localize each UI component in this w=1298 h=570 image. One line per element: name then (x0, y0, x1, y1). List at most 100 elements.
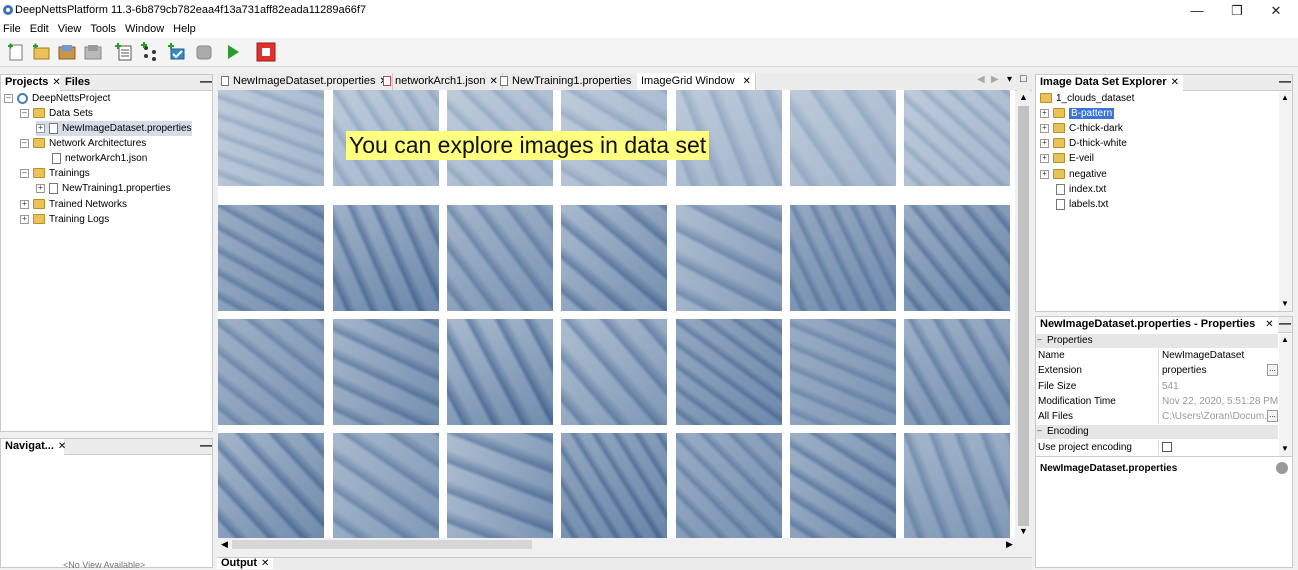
run-icon[interactable] (222, 41, 244, 63)
stop-icon[interactable] (255, 41, 277, 63)
cloud-image-thumbnail[interactable] (904, 90, 1010, 186)
expand-icon[interactable]: + (1040, 169, 1049, 179)
allfiles-edit-button[interactable]: ... (1267, 410, 1278, 422)
maximize-icon[interactable]: ❐ (1217, 1, 1257, 20)
use-project-encoding-checkbox[interactable] (1162, 442, 1172, 452)
tab-properties[interactable]: NewImageDataset.properties - Properties ✕ (1036, 317, 1278, 333)
explorer-scrollbar[interactable]: ▲ ▼ (1279, 92, 1292, 311)
open-project-icon[interactable] (56, 41, 78, 63)
tab-output[interactable]: Output ✕ (217, 558, 274, 569)
tree-network-file[interactable]: networkArch1.json (52, 151, 147, 166)
explorer-file-index[interactable]: index.txt (1056, 182, 1106, 197)
tree-root[interactable]: – DeepNettsProject (4, 91, 110, 106)
minimize-icon[interactable]: — (1177, 1, 1217, 20)
cloud-image-thumbnail[interactable] (790, 433, 896, 538)
scroll-left-icon[interactable]: ◀ (221, 539, 228, 550)
expand-icon[interactable]: + (36, 123, 45, 133)
tree-network-architectures[interactable]: – Network Architectures (20, 136, 146, 151)
help-icon[interactable] (1276, 462, 1288, 474)
cloud-image-thumbnail[interactable] (447, 433, 553, 538)
close-tab-icon[interactable]: ✕ (1265, 319, 1273, 330)
scroll-up-icon[interactable]: ▲ (1281, 93, 1289, 102)
tab-network-json[interactable]: networkArch1.json ✕ (379, 73, 503, 90)
close-tab-icon[interactable]: ✕ (1171, 77, 1179, 88)
expand-icon[interactable]: + (1040, 138, 1049, 148)
close-tab-icon[interactable]: ✕ (58, 441, 66, 452)
expand-icon[interactable]: + (20, 214, 29, 224)
cloud-image-thumbnail[interactable] (904, 319, 1010, 425)
prop-extension-value[interactable]: properties (1158, 363, 1278, 378)
expand-icon[interactable]: + (1040, 123, 1049, 133)
minimize-panel-icon[interactable]: — (1279, 317, 1291, 330)
close-tab-icon[interactable]: ✕ (52, 77, 60, 88)
cloud-image-thumbnail[interactable] (333, 319, 439, 425)
close-tab-icon[interactable]: ✕ (743, 76, 751, 87)
tab-list-icon[interactable]: ▾ (1007, 74, 1012, 85)
menu-window[interactable]: Window (122, 21, 170, 37)
close-tab-icon[interactable]: ✕ (261, 558, 269, 569)
prop-name-value[interactable]: NewImageDataset (1158, 348, 1278, 363)
new-training-icon[interactable] (166, 41, 188, 63)
menu-file[interactable]: File (0, 21, 27, 37)
cloud-image-thumbnail[interactable] (790, 205, 896, 311)
tab-navigator[interactable]: Navigat... ✕ (1, 439, 66, 455)
new-dataset-icon[interactable] (113, 41, 135, 63)
cloud-image-thumbnail[interactable] (790, 319, 896, 425)
cloud-image-thumbnail[interactable] (218, 205, 324, 311)
cloud-image-thumbnail[interactable] (218, 433, 324, 538)
tree-trainings[interactable]: – Trainings (20, 166, 90, 181)
horizontal-scroll-thumb[interactable] (232, 540, 532, 549)
scroll-up-icon[interactable]: ▲ (1281, 335, 1289, 344)
maximize-editor-icon[interactable]: □ (1020, 73, 1027, 85)
tree-data-sets[interactable]: – Data Sets (20, 106, 93, 121)
collapse-icon[interactable]: – (20, 168, 29, 178)
explorer-item-d-thick-white[interactable]: + D-thick-white (1040, 136, 1127, 151)
tab-imagegrid-window[interactable]: ImageGrid Window ✕ (637, 73, 756, 90)
cloud-image-thumbnail[interactable] (447, 319, 553, 425)
expand-icon[interactable]: + (36, 183, 45, 193)
close-icon[interactable]: ✕ (1256, 1, 1296, 20)
new-project-icon[interactable] (30, 41, 52, 63)
scroll-down-icon[interactable]: ▼ (1019, 526, 1028, 536)
tree-trained-networks[interactable]: + Trained Networks (20, 197, 127, 212)
cloud-image-thumbnail[interactable] (218, 319, 324, 425)
section-properties[interactable]: – Properties (1036, 334, 1278, 348)
cloud-image-thumbnail[interactable] (676, 205, 782, 311)
section-encoding[interactable]: – Encoding (1036, 425, 1278, 439)
tab-files[interactable]: Files (61, 75, 94, 91)
collapse-icon[interactable]: – (1036, 335, 1043, 344)
scroll-down-icon[interactable]: ▼ (1281, 444, 1289, 453)
menu-tools[interactable]: Tools (87, 21, 122, 37)
tab-scroll-right-icon[interactable]: ▶ (991, 74, 999, 85)
expand-icon[interactable]: + (1040, 153, 1049, 163)
cloud-image-thumbnail[interactable] (790, 90, 896, 186)
cloud-image-thumbnail[interactable] (904, 205, 1010, 311)
menu-view[interactable]: View (55, 21, 88, 37)
scroll-right-icon[interactable]: ▶ (1006, 539, 1013, 550)
cloud-image-thumbnail[interactable] (561, 433, 667, 538)
explorer-file-labels[interactable]: labels.txt (1056, 197, 1108, 212)
menu-edit[interactable]: Edit (27, 21, 55, 37)
vertical-scroll-thumb[interactable] (1018, 106, 1029, 526)
cloud-image-thumbnail[interactable] (218, 90, 324, 186)
properties-scrollbar[interactable]: ▲ ▼ (1279, 334, 1292, 456)
explorer-item-negative[interactable]: + negative (1040, 167, 1107, 182)
explorer-item-b-pattern[interactable]: + B-pattern (1040, 106, 1116, 121)
cloud-image-thumbnail[interactable] (447, 205, 553, 311)
new-file-icon[interactable] (5, 41, 27, 63)
cloud-image-thumbnail[interactable] (676, 319, 782, 425)
cloud-image-thumbnail[interactable] (676, 433, 782, 538)
tab-projects[interactable]: Projects ✕ (1, 75, 61, 91)
close-project-icon[interactable] (82, 41, 104, 63)
collapse-icon[interactable]: – (20, 108, 29, 118)
minimize-panel-icon[interactable]: — (1279, 75, 1291, 88)
tree-dataset-file[interactable]: + NewImageDataset.properties (36, 121, 192, 136)
new-network-icon[interactable] (139, 41, 161, 63)
cloud-image-thumbnail[interactable] (561, 205, 667, 311)
tab-training-properties[interactable]: NewTraining1.properties✕ (496, 73, 649, 90)
tree-training-file[interactable]: + NewTraining1.properties (36, 181, 171, 196)
minimize-panel-icon[interactable]: — (200, 439, 212, 452)
extension-edit-button[interactable]: ... (1267, 364, 1278, 376)
grid-vertical-scrollbar[interactable]: ▲ ▼ (1017, 90, 1030, 538)
collapse-icon[interactable]: – (1036, 426, 1043, 435)
